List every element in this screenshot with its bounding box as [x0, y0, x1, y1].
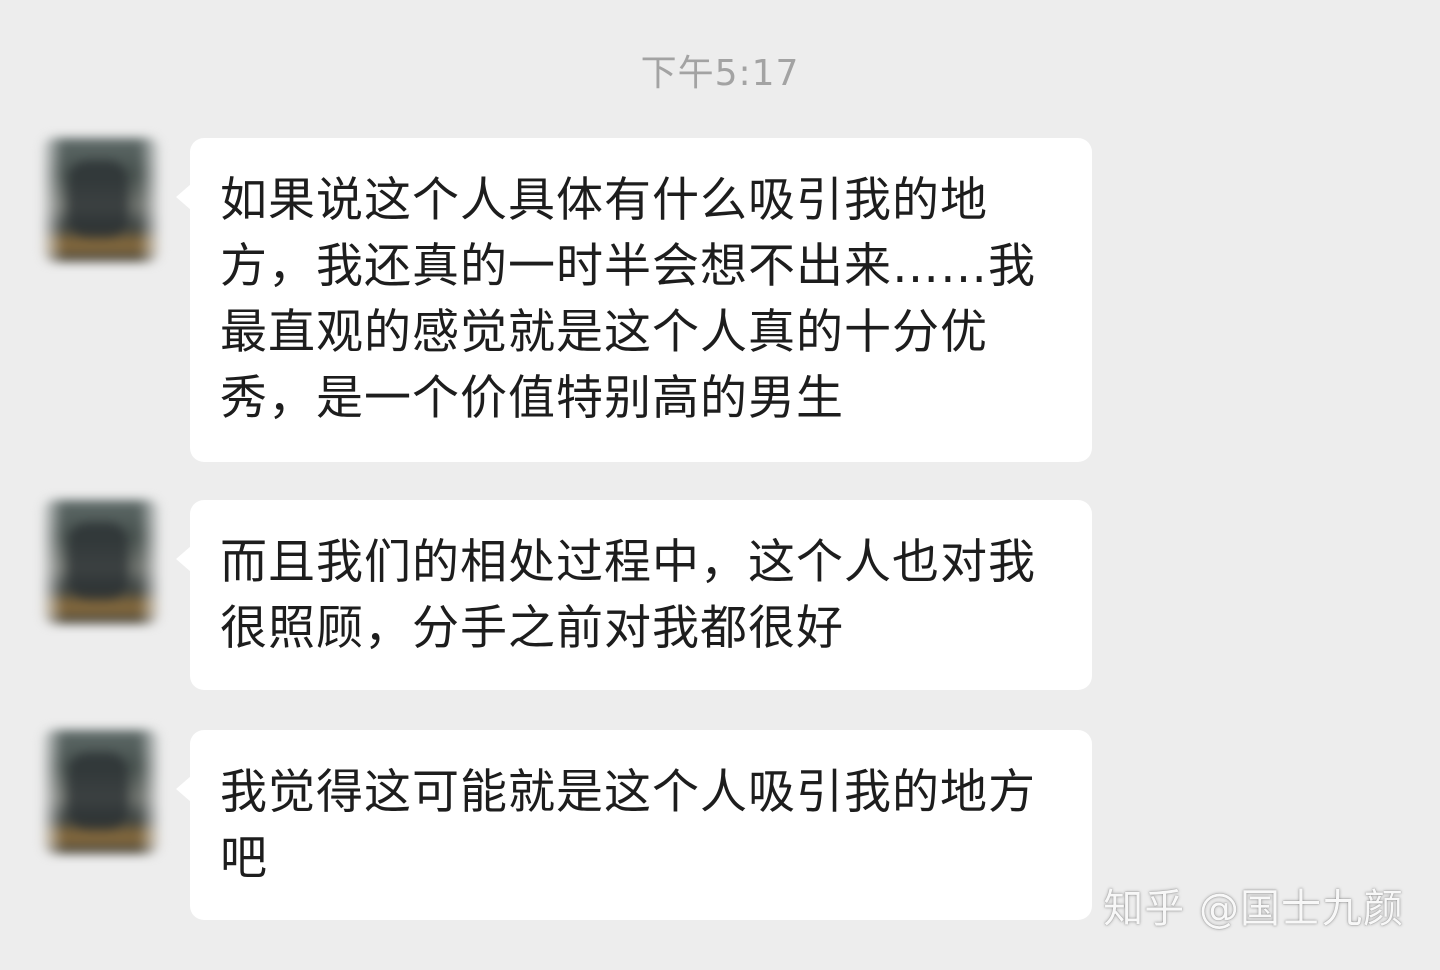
message-bubble[interactable]: 如果说这个人具体有什么吸引我的地方，我还真的一时半会想不出来……我最直观的感觉就…: [176, 138, 1092, 462]
message-bubble[interactable]: 而且我们的相处过程中，这个人也对我很照顾，分手之前对我都很好: [176, 500, 1092, 690]
message-text: 如果说这个人具体有什么吸引我的地方，我还真的一时半会想不出来……我最直观的感觉就…: [220, 173, 1036, 426]
message-bubble[interactable]: 我觉得这可能就是这个人吸引我的地方吧: [176, 730, 1092, 920]
sender-avatar[interactable]: [42, 500, 160, 624]
message-text: 而且我们的相处过程中，这个人也对我很照顾，分手之前对我都很好: [220, 535, 1036, 656]
sender-avatar[interactable]: [42, 730, 160, 854]
message-timestamp: 下午5:17: [640, 53, 800, 94]
zhihu-watermark: 知乎 @国士九颜: [1103, 886, 1404, 932]
sender-avatar[interactable]: [42, 138, 160, 262]
message-text: 我觉得这可能就是这个人吸引我的地方吧: [220, 765, 1036, 886]
